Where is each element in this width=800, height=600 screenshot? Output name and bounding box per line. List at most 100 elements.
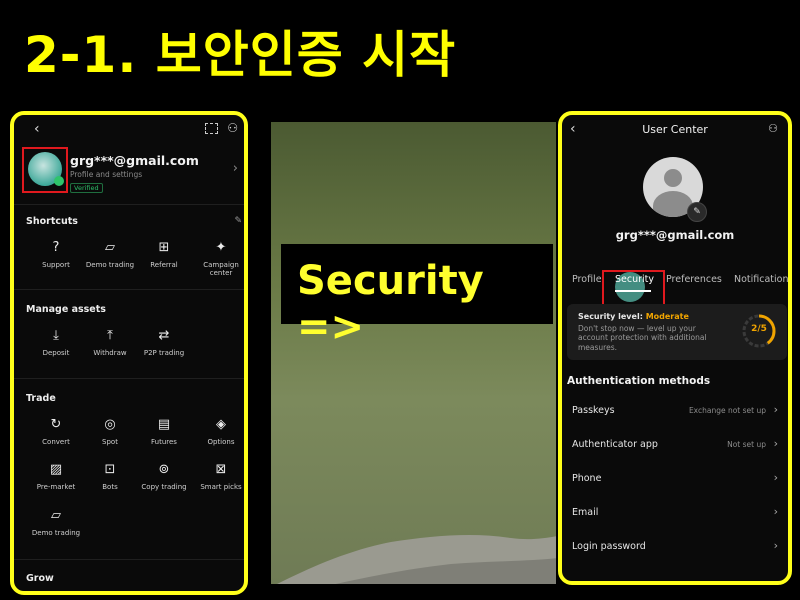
security-level-value: Moderate xyxy=(645,312,689,321)
shortcut-label: Support xyxy=(42,261,70,269)
divider xyxy=(14,204,244,205)
auth-method-status: Not set up xyxy=(727,440,766,449)
rock-shape xyxy=(277,535,556,584)
demo-icon: ▱ xyxy=(51,508,61,523)
avatar-head xyxy=(664,169,682,187)
user-switch-icon[interactable]: ⚇ xyxy=(768,122,778,135)
section-manage-assets: Manage assets xyxy=(26,304,106,315)
avatar-highlight-box xyxy=(22,147,68,193)
tab-profile[interactable]: Profile xyxy=(572,274,602,285)
deposit-icon: ⤓ xyxy=(53,328,59,343)
divider xyxy=(14,559,244,560)
trade-label: Options xyxy=(207,438,235,446)
back-icon[interactable]: ‹ xyxy=(34,121,40,137)
trade-pre-market[interactable]: ▨ Pre-market xyxy=(29,461,83,491)
auth-row-passkeys[interactable]: Passkeys Exchange not set up › xyxy=(562,397,788,427)
trade-demo-trading[interactable]: ▱ Demo trading xyxy=(29,507,83,537)
bot-icon: ⊡ xyxy=(104,462,116,477)
security-level-label: Security level: xyxy=(578,312,643,321)
profile-screen-phone: ‹ ⚇ grg***@gmail.com Profile and setting… xyxy=(10,111,248,595)
asset-p2p-trading[interactable]: ⇄ P2P trading xyxy=(137,327,191,357)
verified-badge: Verified xyxy=(70,183,103,193)
trade-smart-picks[interactable]: ⊠ Smart picks xyxy=(194,461,244,491)
gift-icon: ⊞ xyxy=(158,240,170,255)
security-level-card[interactable]: Security level: Moderate Don't stop now … xyxy=(567,304,787,360)
trade-copy-trading[interactable]: ⊚ Copy trading xyxy=(137,461,191,491)
trade-futures[interactable]: ▤ Futures xyxy=(137,416,191,446)
convert-icon: ↻ xyxy=(50,417,62,432)
tab-security[interactable]: Security xyxy=(615,274,654,285)
auth-method-name: Email xyxy=(572,507,599,518)
auth-row-phone[interactable]: Phone › xyxy=(562,465,788,495)
active-tab-underline xyxy=(615,290,651,292)
trade-label: Pre-market xyxy=(36,483,76,491)
chevron-right-icon: › xyxy=(773,437,778,450)
auth-method-name: Phone xyxy=(572,473,602,484)
scan-icon[interactable] xyxy=(205,123,218,134)
copy-icon: ⊚ xyxy=(158,462,170,477)
trade-label: Convert xyxy=(42,438,70,446)
page-heading: 2-1. 보안인증 시작 xyxy=(24,26,457,84)
trade-label: Copy trading xyxy=(141,483,187,491)
shortcut-demo-trading[interactable]: ▱ Demo trading xyxy=(83,239,137,269)
trade-label: Demo trading xyxy=(31,529,81,537)
chevron-right-icon: › xyxy=(773,505,778,518)
asset-label: P2P trading xyxy=(143,349,185,357)
shortcut-label: Campaign center xyxy=(203,261,239,278)
asset-withdraw[interactable]: ⤒ Withdraw xyxy=(83,327,137,357)
section-shortcuts: Shortcuts xyxy=(26,216,78,227)
top-bar: ‹ ⚇ xyxy=(14,121,244,139)
futures-icon: ▤ xyxy=(157,417,171,432)
edit-avatar-icon[interactable]: ✎ xyxy=(687,202,707,222)
chevron-right-icon[interactable]: › xyxy=(233,161,238,176)
chevron-right-icon: › xyxy=(773,471,778,484)
auth-row-email[interactable]: Email › xyxy=(562,499,788,529)
divider xyxy=(14,378,244,379)
shortcut-campaign-center[interactable]: ✦ Campaign center xyxy=(194,239,244,278)
chevron-right-icon: › xyxy=(773,403,778,416)
auth-methods-heading: Authentication methods xyxy=(567,375,711,387)
user-switch-icon[interactable]: ⚇ xyxy=(227,121,238,135)
security-progress-text: 2/5 xyxy=(751,324,767,334)
options-icon: ◈ xyxy=(216,417,226,432)
tab-notifications[interactable]: Notifications xyxy=(734,274,788,285)
edit-icon[interactable]: ✎ xyxy=(234,216,242,226)
trade-bots[interactable]: ⊡ Bots xyxy=(83,461,137,491)
chevron-right-icon: › xyxy=(773,539,778,552)
shortcut-label: Referral xyxy=(150,261,178,269)
profile-subtitle: Profile and settings xyxy=(70,170,143,179)
party-icon: ✦ xyxy=(215,240,227,255)
trade-label: Futures xyxy=(151,438,177,446)
divider xyxy=(14,289,244,290)
screen-title: User Center xyxy=(642,123,708,136)
security-progress-ring: 2/5 xyxy=(741,313,777,349)
section-grow: Grow xyxy=(26,573,54,584)
trade-options[interactable]: ◈ Options xyxy=(194,416,244,446)
p2p-icon: ⇄ xyxy=(158,328,170,343)
account-email: grg***@gmail.com xyxy=(615,228,735,242)
trade-spot[interactable]: ◎ Spot xyxy=(83,416,137,446)
shortcut-label: Demo trading xyxy=(85,261,135,269)
security-arrow-banner: Security => xyxy=(281,244,553,350)
trade-convert[interactable]: ↻ Convert xyxy=(29,416,83,446)
account-email[interactable]: grg***@gmail.com xyxy=(70,153,199,168)
shortcut-support[interactable]: ? Support xyxy=(29,239,83,269)
withdraw-icon: ⤒ xyxy=(107,328,113,343)
tab-preferences[interactable]: Preferences xyxy=(666,274,722,285)
auth-method-status: Exchange not set up xyxy=(688,406,766,415)
auth-row-login-password[interactable]: Login password › xyxy=(562,533,788,563)
premarket-icon: ▨ xyxy=(49,462,63,477)
shortcut-referral[interactable]: ⊞ Referral xyxy=(137,239,191,269)
tab-bar: Profile Security Preferences Notificatio… xyxy=(562,270,788,308)
question-icon: ? xyxy=(52,240,60,255)
user-center-phone: ‹ User Center ⚇ ✎ grg***@gmail.com Profi… xyxy=(558,111,792,585)
smartpicks-icon: ⊠ xyxy=(215,462,227,477)
auth-method-name: Login password xyxy=(572,541,646,552)
background-photo xyxy=(271,122,556,584)
online-dot xyxy=(54,176,64,186)
auth-row-authenticator-app[interactable]: Authenticator app Not set up › xyxy=(562,431,788,461)
asset-deposit[interactable]: ⤓ Deposit xyxy=(29,327,83,357)
security-level-description: Don't stop now — level up your account p… xyxy=(578,324,707,352)
spot-icon: ◎ xyxy=(104,417,116,432)
avatar[interactable] xyxy=(28,152,64,186)
